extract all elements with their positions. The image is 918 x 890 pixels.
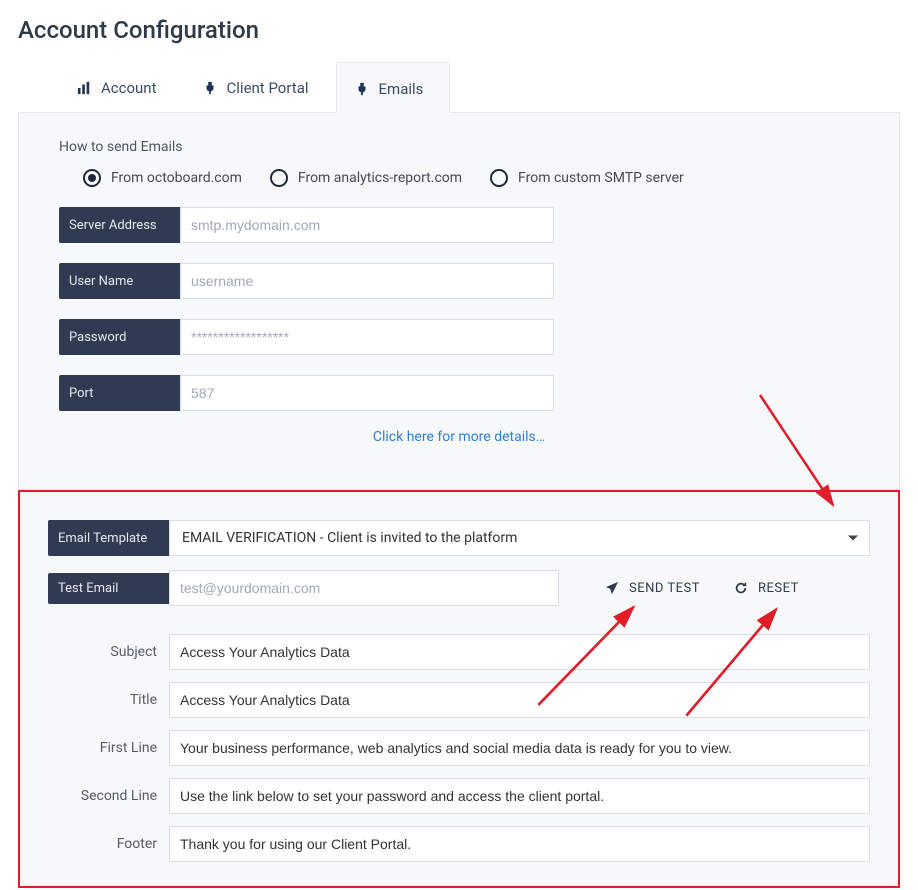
tab-emails[interactable]: Emails [336,62,451,113]
label-port: Port [59,375,180,411]
button-label: RESET [758,581,799,596]
radio-icon [490,169,508,187]
field-password: Password [59,319,859,355]
field-subject: Subject [48,634,870,670]
field-test-email: Test Email SEND TEST RESET [48,570,870,606]
field-second-line: Second Line [48,778,870,814]
label-subject: Subject [48,644,169,660]
tab-label: Account [101,79,157,97]
password-input[interactable] [180,319,554,355]
server-address-input[interactable] [180,207,554,243]
label-title: Title [48,692,169,708]
label-server-address: Server Address [59,207,180,243]
first-line-input[interactable] [169,730,870,766]
field-server-address: Server Address [59,207,859,243]
label-password: Password [59,319,180,355]
reset-button[interactable]: RESET [734,581,799,596]
footer-input[interactable] [169,826,870,862]
plug-icon [355,82,369,96]
bar-chart-icon [77,81,91,95]
radio-label: From analytics-report.com [298,170,462,186]
field-first-line: First Line [48,730,870,766]
how-to-title: How to send Emails [59,139,859,155]
radio-from-octoboard[interactable]: From octoboard.com [83,169,242,187]
label-user-name: User Name [59,263,180,299]
refresh-icon [734,581,748,595]
tab-account[interactable]: Account [58,62,184,112]
more-details-link[interactable]: Click here for more details… [59,425,859,453]
label-second-line: Second Line [48,788,169,804]
subject-input[interactable] [169,634,870,670]
radio-from-analytics-report[interactable]: From analytics-report.com [270,169,462,187]
tab-content: How to send Emails From octoboard.com Fr… [18,113,900,490]
radio-label: From octoboard.com [111,170,242,186]
label-footer: Footer [48,836,169,852]
label-test-email: Test Email [48,573,169,604]
label-email-template: Email Template [48,520,169,556]
second-line-input[interactable] [169,778,870,814]
radio-icon [270,169,288,187]
field-port: Port [59,375,859,411]
button-label: SEND TEST [629,581,700,596]
radio-icon [83,169,101,187]
title-input[interactable] [169,682,870,718]
config-panel: Account Client Portal Emails How to send… [0,62,918,888]
label-first-line: First Line [48,740,169,756]
email-template-section: Email Template EMAIL VERIFICATION - Clie… [18,490,900,888]
tab-label: Client Portal [227,79,309,97]
page-title: Account Configuration [0,0,918,62]
user-name-input[interactable] [180,263,554,299]
tab-client-portal[interactable]: Client Portal [184,62,336,112]
port-input[interactable] [180,375,554,411]
field-title: Title [48,682,870,718]
field-footer: Footer [48,826,870,862]
plug-icon [203,81,217,95]
test-email-input[interactable] [169,570,559,606]
field-email-template: Email Template EMAIL VERIFICATION - Clie… [48,520,870,556]
email-template-select[interactable]: EMAIL VERIFICATION - Client is invited t… [169,520,870,556]
chevron-down-icon [848,536,858,541]
paper-plane-icon [605,581,619,595]
radio-from-custom-smtp[interactable]: From custom SMTP server [490,169,684,187]
field-user-name: User Name [59,263,859,299]
tab-label: Emails [379,80,424,98]
send-test-button[interactable]: SEND TEST [605,581,700,596]
radio-group: From octoboard.com From analytics-report… [59,169,859,187]
radio-label: From custom SMTP server [518,170,684,186]
tabs: Account Client Portal Emails [18,62,900,113]
select-value: EMAIL VERIFICATION - Client is invited t… [182,530,517,546]
test-actions: SEND TEST RESET [605,581,799,596]
